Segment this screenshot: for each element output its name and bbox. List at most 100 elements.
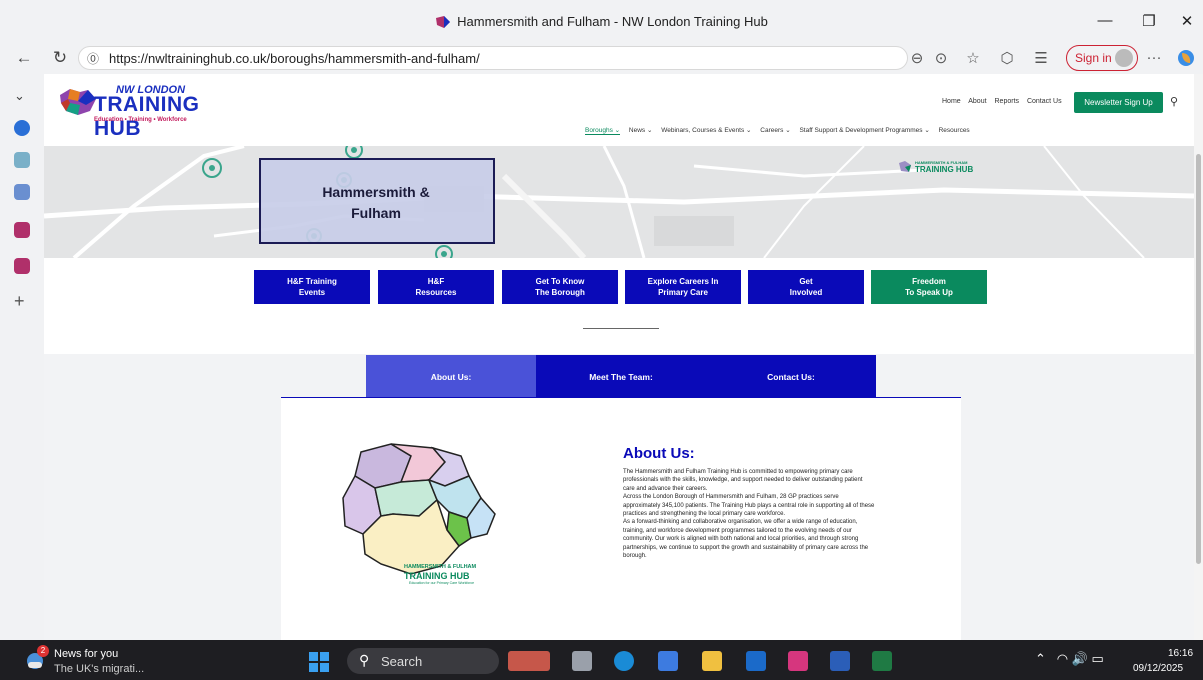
- quicklink-line1: Get To Know: [535, 277, 585, 286]
- hero-title-box: Hammersmith & Fulham: [259, 158, 495, 244]
- excel-icon[interactable]: [872, 651, 892, 671]
- illustration-logo-line3: Education for our Primary Care Workforce: [409, 581, 475, 585]
- quicklink-line2: Events: [298, 288, 326, 297]
- sign-in-label: Sign in: [1075, 51, 1112, 65]
- tab-about-us[interactable]: About Us:: [366, 355, 536, 398]
- main-nav: Boroughs ⌄ News ⌄ Webinars, Courses & Ev…: [585, 126, 977, 135]
- top-link-contact[interactable]: Contact Us: [1027, 98, 1062, 105]
- avatar: [1115, 49, 1133, 67]
- clock-date[interactable]: 09/12/2025: [1133, 663, 1183, 674]
- newsletter-signup-button[interactable]: Newsletter Sign Up: [1074, 92, 1163, 113]
- site-logo[interactable]: NW LONDON TRAINING HUB Education • Train…: [58, 84, 218, 140]
- sign-in-button[interactable]: Sign in: [1066, 45, 1138, 71]
- clock-time[interactable]: 16:16: [1168, 648, 1193, 659]
- collapse-chevron-icon[interactable]: ⌄: [14, 88, 30, 104]
- more-icon[interactable]: ···: [1143, 49, 1165, 66]
- app-sidebar-icon-1[interactable]: [14, 152, 30, 168]
- about-paragraph-1: The Hammersmith and Fulham Training Hub …: [623, 469, 863, 492]
- file-explorer-icon[interactable]: [702, 651, 722, 671]
- page-scrollbar[interactable]: [1194, 74, 1203, 640]
- nav-boroughs[interactable]: Boroughs ⌄: [585, 127, 621, 135]
- scroll-thumb[interactable]: [1196, 154, 1201, 564]
- instagram-icon[interactable]: [788, 651, 808, 671]
- copilot-sidebar-icon[interactable]: [14, 120, 30, 136]
- favorites-icon[interactable]: ☰: [1030, 49, 1052, 67]
- window-title-text: Hammersmith and Fulham - NW London Train…: [457, 14, 768, 29]
- quicklink-line1: Get: [799, 277, 813, 286]
- about-paragraph-2: Across the London Borough of Hammersmith…: [623, 494, 875, 518]
- about-text: The Hammersmith and Fulham Training Hub …: [623, 468, 875, 560]
- news-widget-icon[interactable]: [508, 651, 550, 671]
- quicklink-line2: To Speak Up: [905, 288, 953, 297]
- top-link-about[interactable]: About: [968, 98, 986, 105]
- outlook-icon[interactable]: [746, 651, 766, 671]
- tab-favicon-icon-2[interactable]: [14, 258, 30, 274]
- tab-contact-us[interactable]: Contact Us:: [706, 355, 876, 398]
- add-tab-icon[interactable]: +: [14, 292, 30, 310]
- taskbar-search-label: Search: [381, 654, 423, 669]
- site-search-icon[interactable]: ⚲: [1170, 95, 1178, 108]
- about-heading: About Us:: [623, 445, 695, 462]
- nav-webinars[interactable]: Webinars, Courses & Events ⌄: [661, 127, 751, 134]
- hero-title: Hammersmith & Fulham: [322, 184, 430, 221]
- section-tabs: About Us: Meet The Team: Contact Us:: [366, 355, 876, 398]
- tab-favicon-icon-1[interactable]: [14, 222, 30, 238]
- nav-careers[interactable]: Careers ⌄: [760, 127, 790, 134]
- extensions-icon[interactable]: ⬡: [996, 49, 1018, 67]
- quicklink-get-involved[interactable]: Get Involved: [748, 270, 864, 304]
- quicklink-line1: H&F: [427, 277, 445, 286]
- news-title[interactable]: News for you: [54, 648, 118, 660]
- hero-banner: Hammersmith & Fulham HAMMERSMITH & FULHA…: [44, 146, 1194, 258]
- refresh-icon[interactable]: ↻: [48, 48, 72, 68]
- close-icon[interactable]: ✕: [1172, 12, 1202, 30]
- news-subtitle[interactable]: The UK's migrati...: [54, 663, 144, 675]
- news-badge: 2: [37, 645, 49, 657]
- page-info-icon[interactable]: ⓪: [87, 50, 99, 67]
- quick-links: H&F Training Events H&F Resources Get To K…: [254, 270, 989, 304]
- nav-staff-support[interactable]: Staff Support & Development Programmes ⌄: [799, 127, 929, 134]
- logo-subtext: Education • Training • Workforce: [94, 117, 187, 123]
- url-text[interactable]: https://nwltraininghub.co.uk/boroughs/ha…: [109, 51, 480, 66]
- quicklink-explore-careers[interactable]: Explore Careers In Primary Care: [625, 270, 741, 304]
- hero-logo-icon: [899, 161, 911, 172]
- app-sidebar-icon-2[interactable]: [14, 184, 30, 200]
- restore-icon[interactable]: ❐: [1134, 12, 1164, 30]
- screen: Hammersmith and Fulham - NW London Train…: [0, 0, 1203, 680]
- quicklink-line2: The Borough: [535, 288, 585, 297]
- minimize-icon[interactable]: —: [1090, 12, 1120, 29]
- address-bar[interactable]: ⓪ https://nwltraininghub.co.uk/boroughs/…: [78, 46, 908, 70]
- quicklink-training-events[interactable]: H&F Training Events: [254, 270, 370, 304]
- quicklink-know-borough[interactable]: Get To Know The Borough: [502, 270, 618, 304]
- address-row: ← ↻ ⓪ https://nwltraininghub.co.uk/borou…: [0, 44, 1203, 74]
- top-link-home[interactable]: Home: [942, 98, 961, 105]
- site-header: NW LONDON TRAINING HUB Education • Train…: [44, 74, 1194, 144]
- task-view-icon[interactable]: [572, 651, 592, 671]
- word-icon[interactable]: [830, 651, 850, 671]
- top-link-reports[interactable]: Reports: [995, 98, 1020, 105]
- favorite-star-icon[interactable]: ☆: [962, 49, 984, 67]
- store-icon[interactable]: [658, 651, 678, 671]
- hero-logo-line2: TRAINING HUB: [915, 165, 974, 174]
- search-icon: ⚲: [359, 652, 370, 668]
- windows-start-icon[interactable]: [309, 652, 329, 672]
- window-titlebar: Hammersmith and Fulham - NW London Train…: [0, 0, 1203, 44]
- quicklink-line2: Resources: [415, 288, 457, 297]
- system-tray[interactable]: ⌃ ◠ 🔊 ▭: [1035, 651, 1104, 667]
- back-icon[interactable]: ←: [12, 48, 36, 68]
- edge-browser-icon[interactable]: [614, 651, 634, 671]
- read-aloud-icon[interactable]: ⊙: [930, 49, 952, 67]
- tab-meet-the-team[interactable]: Meet The Team:: [536, 355, 706, 398]
- copilot-icon[interactable]: [1175, 49, 1197, 71]
- illustration-logo-line1: HAMMERSMITH & FULHAM: [404, 564, 477, 570]
- browser-sidebar: ⌄ +: [0, 74, 44, 640]
- nav-news[interactable]: News ⌄: [629, 127, 653, 134]
- quicklink-freedom-speak-up[interactable]: Freedom To Speak Up: [871, 270, 987, 304]
- zoom-icon[interactable]: ⊖: [906, 49, 928, 67]
- hero-map-image: [44, 146, 1194, 258]
- taskbar-search[interactable]: ⚲ Search: [347, 648, 499, 674]
- nav-resources[interactable]: Resources: [939, 127, 970, 134]
- quicklink-resources[interactable]: H&F Resources: [378, 270, 494, 304]
- hero-logo: HAMMERSMITH & FULHAM TRAINING HUB: [898, 160, 980, 178]
- about-paragraph-3: As a forward-thinking and collaborative …: [623, 519, 869, 560]
- quicklink-line1: Explore Careers In: [647, 277, 719, 286]
